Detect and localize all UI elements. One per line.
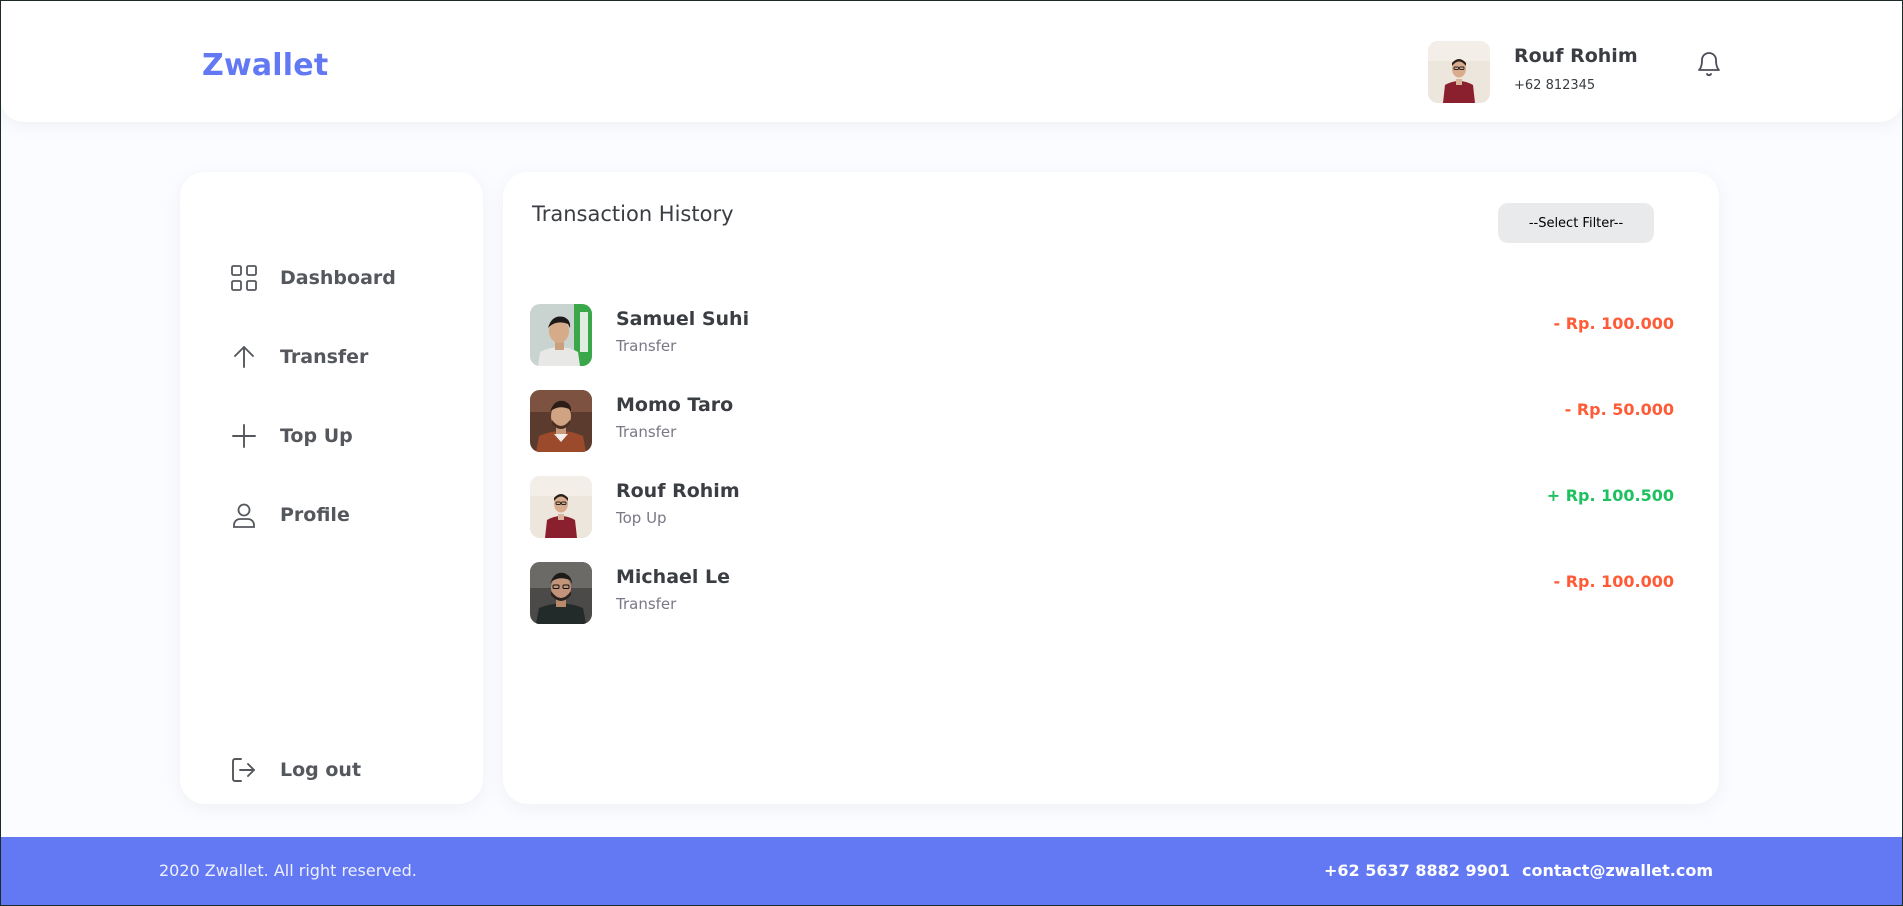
sidebar-item-label: Dashboard (280, 267, 396, 289)
user-icon (230, 501, 258, 529)
sidebar-item-dashboard[interactable]: Dashboard (230, 262, 396, 294)
transaction-row[interactable]: Momo Taro Transfer - Rp. 50.000 (530, 390, 1674, 452)
contact-phone[interactable]: +62 5637 8882 9901 (1324, 861, 1510, 880)
grid-icon (230, 264, 258, 292)
transaction-name: Samuel Suhi (616, 308, 750, 330)
logout-label: Log out (280, 759, 362, 781)
page-title: Transaction History (532, 202, 734, 226)
bell-icon[interactable] (1696, 50, 1722, 78)
plus-icon (230, 422, 258, 450)
transaction-amount: - Rp. 50.000 (1564, 400, 1674, 419)
transaction-amount: - Rp. 100.000 (1553, 572, 1674, 591)
transaction-name: Momo Taro (616, 394, 734, 416)
footer: 2020 Zwallet. All right reserved. +62 56… (0, 837, 1903, 906)
avatar (530, 562, 592, 624)
sidebar-item-label: Transfer (280, 346, 369, 368)
transaction-row[interactable]: Rouf Rohim Top Up + Rp. 100.500 (530, 476, 1674, 538)
sidebar-item-label: Profile (280, 504, 350, 526)
sidebar-item-transfer[interactable]: Transfer (230, 341, 368, 373)
sidebar-item-profile[interactable]: Profile (230, 499, 350, 531)
user-name: Rouf Rohim (1514, 45, 1638, 67)
avatar (530, 304, 592, 366)
logout-button[interactable]: Log out (230, 754, 361, 786)
user-phone: +62 812345 (1514, 78, 1596, 93)
transaction-row[interactable]: Michael Le Transfer - Rp. 100.000 (530, 562, 1674, 624)
transaction-type: Top Up (616, 509, 667, 527)
brand-logo[interactable]: Zwallet (202, 48, 328, 83)
transaction-name: Rouf Rohim (616, 480, 740, 502)
transaction-history-panel: Transaction History --Select Filter-- Sa… (503, 172, 1719, 804)
transaction-amount: - Rp. 100.000 (1553, 314, 1674, 333)
top-header: Zwallet Rouf Rohim +62 812345 (0, 0, 1903, 122)
select-filter-dropdown[interactable]: --Select Filter-- (1498, 203, 1654, 243)
copyright-text: 2020 Zwallet. All right reserved. (159, 861, 417, 880)
arrow-up-icon (230, 343, 258, 371)
sidebar-item-label: Top Up (280, 425, 353, 447)
transaction-type: Transfer (616, 595, 677, 613)
transaction-type: Transfer (616, 337, 677, 355)
logout-icon (230, 756, 258, 784)
transaction-type: Transfer (616, 423, 677, 441)
avatar (530, 390, 592, 452)
transaction-name: Michael Le (616, 566, 731, 588)
contact-email[interactable]: contact@zwallet.com (1522, 861, 1713, 880)
transaction-row[interactable]: Samuel Suhi Transfer - Rp. 100.000 (530, 304, 1674, 366)
sidebar: Dashboard Transfer Top Up Profile Log ou… (180, 172, 483, 804)
user-avatar[interactable] (1428, 41, 1490, 103)
transaction-amount: + Rp. 100.500 (1546, 486, 1674, 505)
sidebar-item-top-up[interactable]: Top Up (230, 420, 353, 452)
avatar (530, 476, 592, 538)
